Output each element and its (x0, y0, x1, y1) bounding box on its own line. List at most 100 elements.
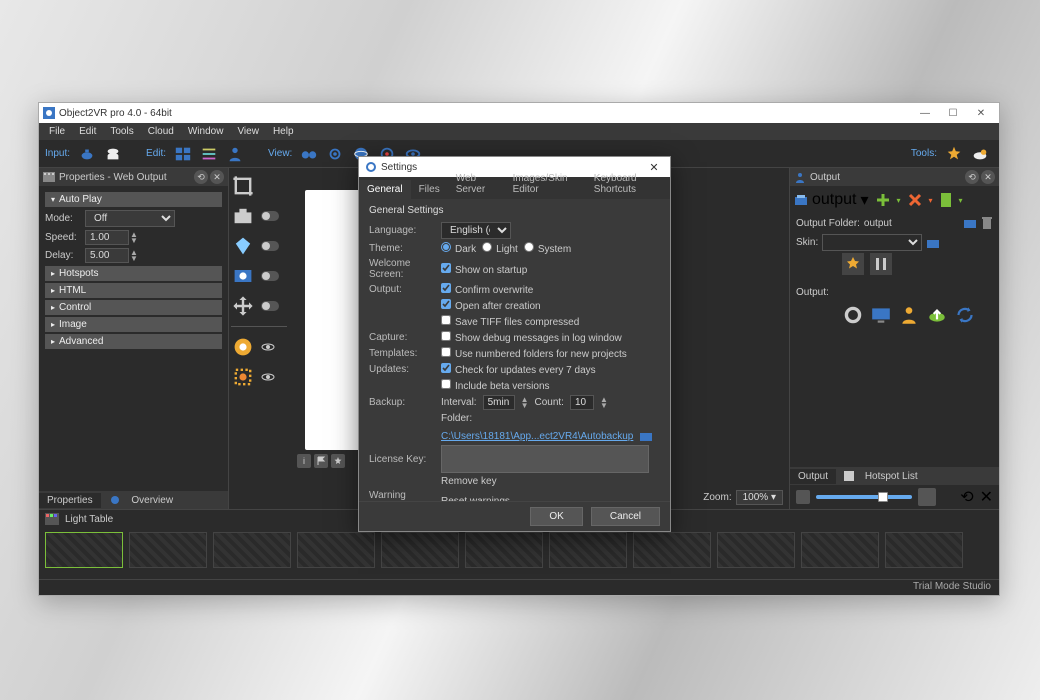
theme-system-radio[interactable]: System (524, 242, 571, 255)
thumbnail-strip[interactable] (39, 528, 999, 579)
menu-file[interactable]: File (43, 125, 71, 138)
folder-icon[interactable] (639, 430, 653, 442)
thumbnail[interactable] (549, 532, 627, 568)
trash-icon[interactable] (981, 216, 993, 230)
input-chef-icon[interactable] (101, 142, 125, 166)
tiff-compressed-check[interactable]: Save TIFF files compressed (441, 315, 579, 328)
thumbnail[interactable] (213, 532, 291, 568)
crop-icon[interactable] (231, 174, 255, 198)
out-gear-icon[interactable] (842, 304, 864, 326)
menu-help[interactable]: Help (267, 125, 300, 138)
tab-hotspot-list[interactable]: Hotspot List (836, 469, 934, 484)
maximize-button[interactable]: ☐ (939, 105, 967, 121)
panel-close-button[interactable]: ✕ (210, 170, 224, 184)
skin-tools-icon[interactable] (870, 253, 892, 275)
autoplay-section[interactable]: Auto Play (45, 192, 222, 207)
view-binoc-icon[interactable] (297, 142, 321, 166)
close-button[interactable]: ✕ (967, 105, 995, 121)
star-icon[interactable] (331, 454, 345, 468)
target-orange-icon[interactable] (231, 365, 255, 389)
hotspots-section[interactable]: Hotspots (45, 266, 222, 281)
add-icon[interactable] (875, 192, 891, 208)
delay-input[interactable] (85, 248, 129, 263)
out-cloud-icon[interactable] (926, 304, 948, 326)
thumbnail[interactable] (297, 532, 375, 568)
tools-star-icon[interactable] (942, 142, 966, 166)
thumbnail[interactable] (381, 532, 459, 568)
theme-light-radio[interactable]: Light (482, 242, 518, 255)
tab-general[interactable]: General (359, 180, 411, 199)
move-icon[interactable] (231, 294, 255, 318)
thumbnail[interactable] (45, 532, 123, 568)
output-dropdown[interactable]: output ▾ (794, 190, 869, 210)
count-input[interactable] (570, 395, 594, 410)
panel-close-button[interactable]: ✕ (980, 487, 993, 507)
tab-output[interactable]: Output (790, 469, 836, 484)
thumbnail[interactable] (801, 532, 879, 568)
photo-icon[interactable] (231, 264, 255, 288)
speed-input[interactable] (85, 230, 129, 245)
debug-log-check[interactable]: Show debug messages in log window (441, 331, 622, 344)
diamond-icon[interactable] (231, 234, 255, 258)
check-updates-check[interactable]: Check for updates every 7 days (441, 363, 596, 376)
language-select[interactable]: English (en) (441, 222, 511, 239)
confirm-overwrite-check[interactable]: Confirm overwrite (441, 283, 533, 296)
move-toggle[interactable] (261, 301, 279, 311)
tab-properties[interactable]: Properties (39, 493, 101, 508)
view-gear-icon[interactable] (323, 142, 347, 166)
panel-close-button[interactable]: ✕ (981, 170, 995, 184)
tab-files[interactable]: Files (411, 180, 448, 199)
out-person-icon[interactable] (898, 304, 920, 326)
panel-undock-button[interactable]: ⟲ (194, 170, 208, 184)
camera-toggle[interactable] (261, 211, 279, 221)
camera-tool-icon[interactable] (231, 204, 255, 228)
control-section[interactable]: Control (45, 300, 222, 315)
out-sync-icon[interactable] (954, 304, 976, 326)
tab-webserver[interactable]: Web Server (448, 169, 505, 199)
numbered-folders-check[interactable]: Use numbered folders for new projects (441, 347, 627, 360)
menu-tools[interactable]: Tools (104, 125, 139, 138)
zoom-select[interactable]: 100% ▾ (736, 490, 783, 505)
folder-open-icon[interactable] (963, 217, 977, 229)
document-icon[interactable] (939, 192, 953, 208)
license-key-input[interactable] (441, 445, 649, 473)
tools-cloud-icon[interactable] (968, 142, 992, 166)
eye-icon[interactable] (261, 370, 275, 384)
delete-icon[interactable] (907, 192, 923, 208)
thumbnail[interactable] (885, 532, 963, 568)
slider-track[interactable] (816, 495, 912, 499)
eye-icon[interactable] (261, 340, 275, 354)
panel-undock-button[interactable]: ⟲ (965, 170, 979, 184)
thumbnail[interactable] (633, 532, 711, 568)
input-teapot-icon[interactable] (75, 142, 99, 166)
diamond-toggle[interactable] (261, 241, 279, 251)
backup-path-link[interactable]: C:\Users\18181\App...ect2VR4\Autobackup (441, 431, 633, 442)
folder-icon[interactable] (926, 237, 940, 249)
cancel-button[interactable]: Cancel (591, 507, 660, 526)
out-monitor-icon[interactable] (870, 304, 892, 326)
skin-select[interactable] (822, 234, 922, 251)
skin-star-icon[interactable] (842, 253, 864, 275)
thumbnail[interactable] (717, 532, 795, 568)
ok-button[interactable]: OK (530, 507, 582, 526)
minimize-button[interactable]: — (911, 105, 939, 121)
info-icon[interactable]: i (297, 454, 311, 468)
tab-images-skin[interactable]: Images/Skin Editor (505, 169, 586, 199)
remove-key-link[interactable]: Remove key (441, 476, 497, 487)
tab-overview[interactable]: Overview (101, 493, 189, 508)
panel-undock-button[interactable]: ⟲ (960, 487, 973, 507)
thumbnail[interactable] (129, 532, 207, 568)
open-after-check[interactable]: Open after creation (441, 299, 541, 312)
theme-dark-radio[interactable]: Dark (441, 242, 476, 255)
flag-icon[interactable] (314, 454, 328, 468)
tab-keyboard[interactable]: Keyboard Shortcuts (586, 169, 670, 199)
menu-cloud[interactable]: Cloud (142, 125, 180, 138)
html-section[interactable]: HTML (45, 283, 222, 298)
target-yellow-icon[interactable] (231, 335, 255, 359)
menu-window[interactable]: Window (182, 125, 230, 138)
photo-toggle[interactable] (261, 271, 279, 281)
menu-edit[interactable]: Edit (73, 125, 102, 138)
large-thumb-icon[interactable] (918, 488, 936, 506)
edit-person-icon[interactable] (223, 142, 247, 166)
interval-input[interactable] (483, 395, 515, 410)
